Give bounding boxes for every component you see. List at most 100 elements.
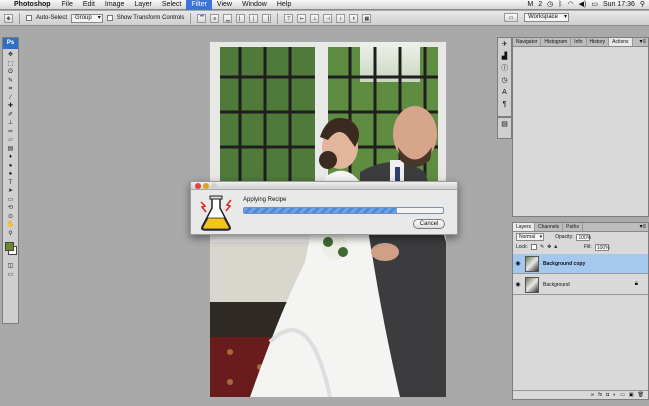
path-select-tool-icon[interactable]: ➤ xyxy=(3,187,18,196)
align-top-icon[interactable]: ▔ xyxy=(197,13,207,23)
lock-all-icon[interactable]: 🔒︎ xyxy=(554,244,557,250)
distribute-top-icon[interactable]: ⊤ xyxy=(284,13,294,23)
distribute-bottom-icon[interactable]: ⊥ xyxy=(310,13,320,23)
close-window-icon[interactable] xyxy=(195,183,201,189)
auto-select-checkbox[interactable] xyxy=(26,15,32,21)
opacity-field[interactable]: 100% xyxy=(576,233,591,241)
lock-transparent-icon[interactable] xyxy=(530,244,537,250)
menu-view[interactable]: View xyxy=(212,0,237,10)
blur-tool-icon[interactable]: ♦ xyxy=(3,153,18,162)
minimize-window-icon[interactable] xyxy=(203,183,209,189)
menu-help[interactable]: Help xyxy=(272,0,296,10)
visibility-eye-icon[interactable]: ◉ xyxy=(513,260,523,267)
eraser-tool-icon[interactable]: ▱ xyxy=(3,136,18,145)
dodge-tool-icon[interactable]: ● xyxy=(3,162,18,171)
brush-tool-icon[interactable]: ✐ xyxy=(3,111,18,120)
gradient-tool-icon[interactable]: ▤ xyxy=(3,145,18,154)
panel-menu-icon[interactable]: ▾≡ xyxy=(639,38,648,46)
auto-align-icon[interactable]: ▦ xyxy=(362,13,372,23)
workspace-dropdown[interactable]: Workspace xyxy=(524,13,569,22)
battery-icon[interactable]: ▭ xyxy=(591,0,598,10)
status-badge[interactable]: 2 xyxy=(538,0,542,10)
zoom-window-icon[interactable] xyxy=(211,183,217,189)
tab-histogram[interactable]: Histogram xyxy=(541,38,572,46)
cancel-button[interactable]: Cancel xyxy=(413,219,445,229)
healing-tool-icon[interactable]: ✚ xyxy=(3,102,18,111)
delete-layer-icon[interactable]: 🗑︎ xyxy=(638,391,644,399)
adjustment-layer-icon[interactable]: ◐ xyxy=(613,391,616,399)
pen-tool-icon[interactable]: ♠ xyxy=(3,170,18,179)
quick-mask-icon[interactable]: ◫ xyxy=(3,262,18,271)
menu-window[interactable]: Window xyxy=(237,0,272,10)
histogram-icon[interactable]: ▟ xyxy=(498,52,511,62)
blend-mode-dropdown[interactable]: Normal xyxy=(516,233,545,241)
menu-edit[interactable]: Edit xyxy=(78,0,100,10)
tab-paths[interactable]: Paths xyxy=(563,223,583,231)
eyedropper-tool-icon[interactable]: ⁄ xyxy=(3,94,18,103)
link-layers-icon[interactable]: ∞ xyxy=(591,391,595,399)
distribute-left-icon[interactable]: ⊣ xyxy=(323,13,333,23)
auto-select-dropdown[interactable]: Group xyxy=(71,13,103,23)
tab-history[interactable]: History xyxy=(587,38,610,46)
volume-icon[interactable]: ◀) xyxy=(579,0,587,10)
zoom-tool-icon[interactable]: ⚲ xyxy=(3,230,18,239)
tab-navigator[interactable]: Navigator xyxy=(513,38,542,46)
navigator-icon[interactable]: ✈ xyxy=(498,40,511,50)
paragraph-icon[interactable]: ¶ xyxy=(498,100,511,110)
app-menu[interactable]: Photoshop xyxy=(12,1,57,8)
menubar-clock[interactable]: Sun 17:36 xyxy=(603,0,635,10)
3d-tool-icon[interactable]: ⟲ xyxy=(3,204,18,213)
character-icon[interactable]: A xyxy=(498,88,511,98)
menu-select[interactable]: Select xyxy=(157,0,186,10)
layer-mask-icon[interactable]: ◘ xyxy=(606,391,609,399)
foreground-color-swatch[interactable] xyxy=(5,242,14,251)
menu-filter[interactable]: Filter xyxy=(186,0,212,10)
align-right-icon[interactable]: ▕ xyxy=(262,13,272,23)
quick-select-tool-icon[interactable]: ✎ xyxy=(3,77,18,86)
move-tool-preset-icon[interactable]: ✥ xyxy=(4,13,13,23)
show-transform-checkbox[interactable] xyxy=(106,15,113,21)
visibility-eye-icon[interactable]: ◉ xyxy=(513,281,523,288)
crop-tool-icon[interactable]: ⌗ xyxy=(3,85,18,94)
hand-tool-icon[interactable]: ✋ xyxy=(3,221,18,230)
lock-position-icon[interactable]: ✥ xyxy=(547,244,551,250)
spotlight-icon[interactable]: ⚲ xyxy=(640,0,645,10)
move-tool-icon[interactable]: ✥ xyxy=(3,51,18,60)
history-icon[interactable]: ◷ xyxy=(498,76,511,86)
marquee-tool-icon[interactable]: ⬚ xyxy=(3,60,18,69)
align-middle-icon[interactable]: ≡ xyxy=(210,13,220,23)
new-layer-icon[interactable]: ▣ xyxy=(629,391,634,399)
adjustments-icon[interactable]: ▤ xyxy=(498,120,511,130)
timemachine-icon[interactable]: ◷ xyxy=(547,0,553,10)
tab-actions[interactable]: Actions xyxy=(609,38,633,46)
distribute-center-icon[interactable]: ⊦ xyxy=(336,13,346,23)
distribute-middle-icon[interactable]: ⊢ xyxy=(297,13,307,23)
layers-panel-menu-icon[interactable]: ▾≡ xyxy=(639,223,648,231)
bluetooth-icon[interactable]: ᛒ xyxy=(558,0,562,10)
ps-logo[interactable]: Ps xyxy=(3,38,18,49)
layer-style-icon[interactable]: fx xyxy=(598,391,602,399)
lasso-tool-icon[interactable]: ʘ xyxy=(3,68,18,77)
menu-file[interactable]: File xyxy=(57,0,78,10)
lock-pixels-icon[interactable]: ✎ xyxy=(540,244,544,250)
status-m-icon[interactable]: M xyxy=(527,0,533,10)
align-left-icon[interactable]: ▏ xyxy=(236,13,246,23)
info-icon[interactable]: ⓘ xyxy=(498,64,511,74)
camera-3d-tool-icon[interactable]: ⊙ xyxy=(3,213,18,222)
layer-background[interactable]: ◉ Background 🔒︎ xyxy=(513,275,648,295)
tab-layers[interactable]: Layers xyxy=(513,223,536,231)
wifi-icon[interactable]: ◠ xyxy=(567,0,573,10)
screen-mode-icon[interactable]: ▭ xyxy=(504,13,519,22)
align-bottom-icon[interactable]: ▁ xyxy=(223,13,233,23)
screen-mode-tool-icon[interactable]: ▭ xyxy=(3,271,18,280)
distribute-right-icon[interactable]: ⊧ xyxy=(349,13,359,23)
tab-info[interactable]: Info xyxy=(571,38,587,46)
align-center-icon[interactable]: │ xyxy=(249,13,259,23)
tab-channels[interactable]: Channels xyxy=(535,223,564,231)
history-brush-tool-icon[interactable]: ✑ xyxy=(3,128,18,137)
layer-background-copy[interactable]: ◉ Background copy xyxy=(513,254,648,274)
shape-tool-icon[interactable]: ▭ xyxy=(3,196,18,205)
stamp-tool-icon[interactable]: ⊥ xyxy=(3,119,18,128)
new-group-icon[interactable]: ▭ xyxy=(620,391,625,399)
menu-image[interactable]: Image xyxy=(100,0,129,10)
